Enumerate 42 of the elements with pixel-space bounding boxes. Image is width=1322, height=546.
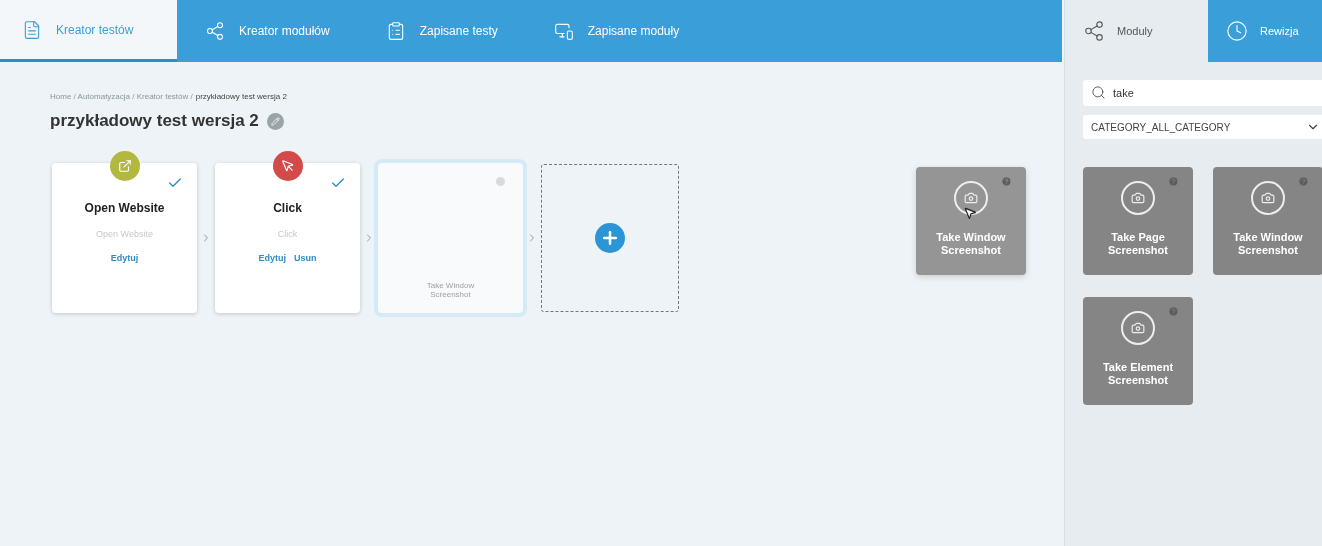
help-icon[interactable]	[1001, 176, 1012, 187]
search-field[interactable]: take	[1083, 80, 1322, 106]
tab-icon	[22, 19, 42, 40]
add-step-button[interactable]	[595, 223, 625, 253]
edit-icon[interactable]	[266, 112, 284, 130]
breadcrumb-path[interactable]: Home / Automatyzacja / Kreator testów /	[50, 92, 193, 101]
tab-icon	[553, 21, 574, 41]
module-label: Take Window Screenshot	[935, 231, 1007, 257]
module-label: Take Page Screenshot	[1107, 231, 1169, 257]
test-title: przykładowy test wersja 2	[50, 111, 259, 131]
tab-icon	[205, 21, 225, 41]
nav-tab[interactable]: Kreator testów	[0, 0, 177, 62]
nav-tab[interactable]: Kreator modułów	[177, 0, 358, 62]
step-title: Open Website	[84, 201, 165, 215]
help-icon[interactable]	[1298, 176, 1309, 187]
tab-icon	[1083, 20, 1105, 42]
step-action-link[interactable]: Usun	[294, 253, 317, 263]
module-tile[interactable]: Take Window Screenshot	[1213, 167, 1322, 275]
category-dropdown[interactable]: CATEGORY_ALL_CATEGORY	[1083, 115, 1322, 139]
breadcrumb-current: przykładowy test wersja 2	[195, 92, 287, 101]
module-label: Take Window Screenshot	[1232, 231, 1304, 257]
cursor-icon	[963, 206, 977, 220]
camera-icon	[1121, 181, 1155, 215]
help-icon[interactable]	[1168, 306, 1179, 317]
camera-icon	[1121, 311, 1155, 345]
module-tile[interactable]: Take Element Screenshot	[1083, 297, 1193, 405]
step-action-link[interactable]: Edytuj	[258, 253, 286, 263]
nav-tab[interactable]: Zapisane testy	[357, 0, 526, 62]
help-icon[interactable]	[1168, 176, 1179, 187]
module-tile[interactable]: Take Page Screenshot	[1083, 167, 1193, 275]
placeholder-label: Take Window Screenshot	[425, 281, 476, 299]
dragged-module-tile[interactable]: Take Window Screenshot	[916, 167, 1026, 275]
status-dot	[496, 177, 505, 186]
module-label: Take Element Screenshot	[1101, 361, 1175, 387]
step-title: Click	[273, 201, 302, 215]
tab-icon	[1226, 20, 1248, 42]
nav-tab[interactable]: Zapisane moduły	[525, 0, 708, 62]
search-icon	[1091, 85, 1106, 100]
camera-icon	[1251, 181, 1285, 215]
plus-icon	[600, 228, 620, 248]
step-action-link[interactable]: Edytuj	[110, 253, 139, 263]
sidebar-tab[interactable]: Rewizja	[1208, 0, 1322, 62]
